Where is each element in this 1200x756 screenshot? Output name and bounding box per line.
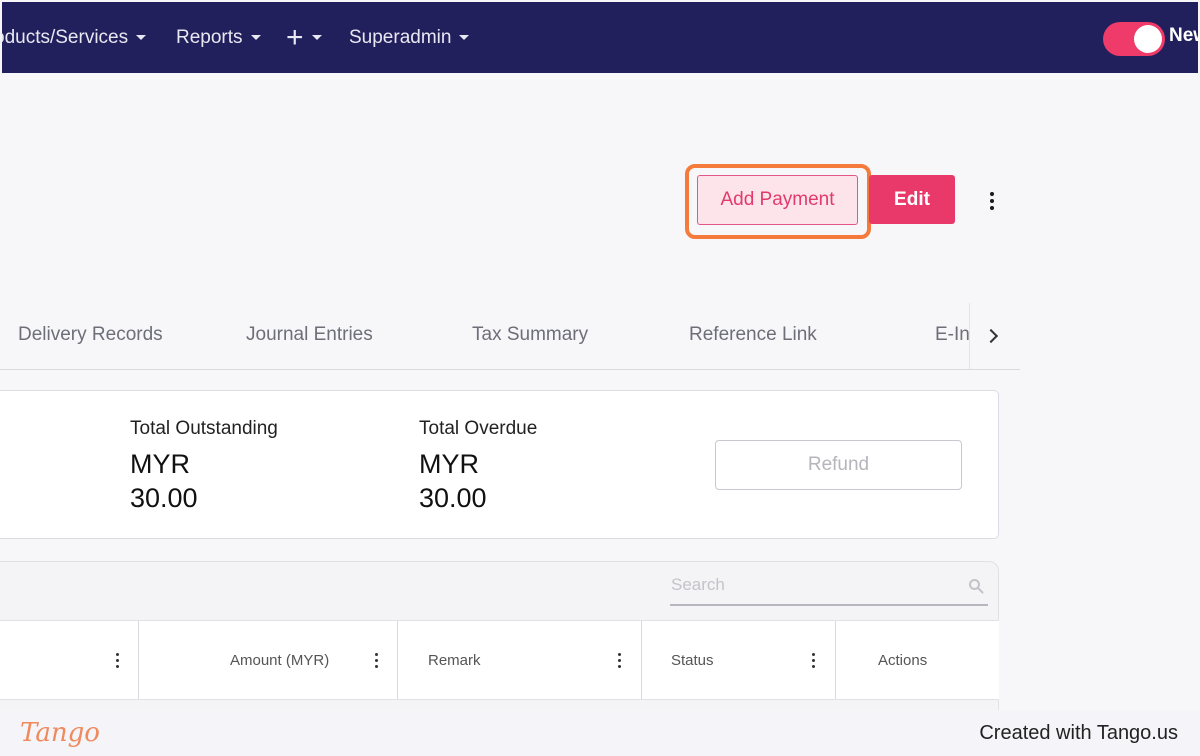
caret-down-icon	[250, 35, 261, 40]
nav-menu-label: oducts/Services	[0, 26, 129, 48]
column-menu-icon[interactable]	[110, 650, 124, 670]
tango-footer: Tango Created with Tango.us	[0, 710, 1200, 756]
caret-down-icon	[311, 35, 322, 40]
tab-scroll-next-button[interactable]	[969, 303, 1016, 369]
column-menu-icon[interactable]	[806, 650, 820, 670]
column-header-label: Status	[671, 651, 714, 669]
table-header: Amount (MYR) Remark Status Actions	[0, 620, 999, 700]
nav-menu-label: Superadmin	[349, 26, 452, 48]
column-header	[0, 621, 139, 699]
total-overdue-label: Total Overdue	[419, 418, 538, 439]
total-outstanding-currency: MYR	[130, 449, 190, 479]
nav-menu-products-services[interactable]: oducts/Services	[0, 2, 147, 73]
footer-credit: Created with Tango.us	[979, 721, 1178, 744]
search-field	[670, 568, 988, 606]
nav-menu-superadmin[interactable]: Superadmin	[349, 2, 470, 73]
caret-down-icon	[136, 35, 147, 40]
tab-delivery-records[interactable]: Delivery Records	[18, 300, 163, 369]
add-payment-button[interactable]: Add Payment	[697, 175, 858, 225]
plus-icon: +	[286, 20, 304, 54]
column-header-amount[interactable]: Amount (MYR)	[139, 621, 398, 699]
chevron-right-icon	[983, 328, 999, 344]
toggle-label: New	[1169, 24, 1200, 46]
search-icon[interactable]	[968, 578, 984, 594]
total-overdue-currency: MYR	[419, 449, 479, 479]
column-header-actions: Actions	[836, 621, 999, 699]
edit-button[interactable]: Edit	[869, 175, 955, 224]
nav-menu-reports[interactable]: Reports	[176, 2, 261, 73]
column-menu-icon[interactable]	[612, 650, 626, 670]
total-outstanding-label: Total Outstanding	[130, 418, 278, 439]
column-header-status[interactable]: Status	[642, 621, 836, 699]
total-outstanding-amount: 30.00	[130, 483, 198, 513]
tab-reference-link[interactable]: Reference Link	[689, 300, 817, 369]
caret-down-icon	[459, 35, 470, 40]
tab-e-invoice[interactable]: E-Inv	[935, 300, 971, 369]
column-header-label: Amount (MYR)	[230, 651, 330, 669]
more-vertical-icon[interactable]	[982, 187, 1002, 215]
nav-menu-quick-add[interactable]: +	[286, 2, 322, 73]
column-menu-icon[interactable]	[369, 650, 383, 670]
column-header-label: Remark	[428, 651, 481, 669]
new-ui-toggle[interactable]	[1103, 22, 1165, 56]
total-overdue-amount: 30.00	[419, 483, 487, 513]
tango-logo: Tango	[20, 718, 100, 748]
nav-menu-label: Reports	[176, 26, 243, 48]
tab-bar: Delivery Records Journal Entries Tax Sum…	[0, 300, 1020, 370]
tab-journal-entries[interactable]: Journal Entries	[246, 300, 373, 369]
refund-button[interactable]: Refund	[715, 440, 962, 490]
column-header-remark[interactable]: Remark	[398, 621, 642, 699]
toggle-knob	[1134, 25, 1162, 53]
top-navbar: oducts/Services Reports + Superadmin	[0, 2, 1198, 73]
column-header-label: Actions	[878, 651, 928, 669]
search-input[interactable]	[670, 568, 960, 602]
tab-tax-summary[interactable]: Tax Summary	[472, 300, 588, 369]
